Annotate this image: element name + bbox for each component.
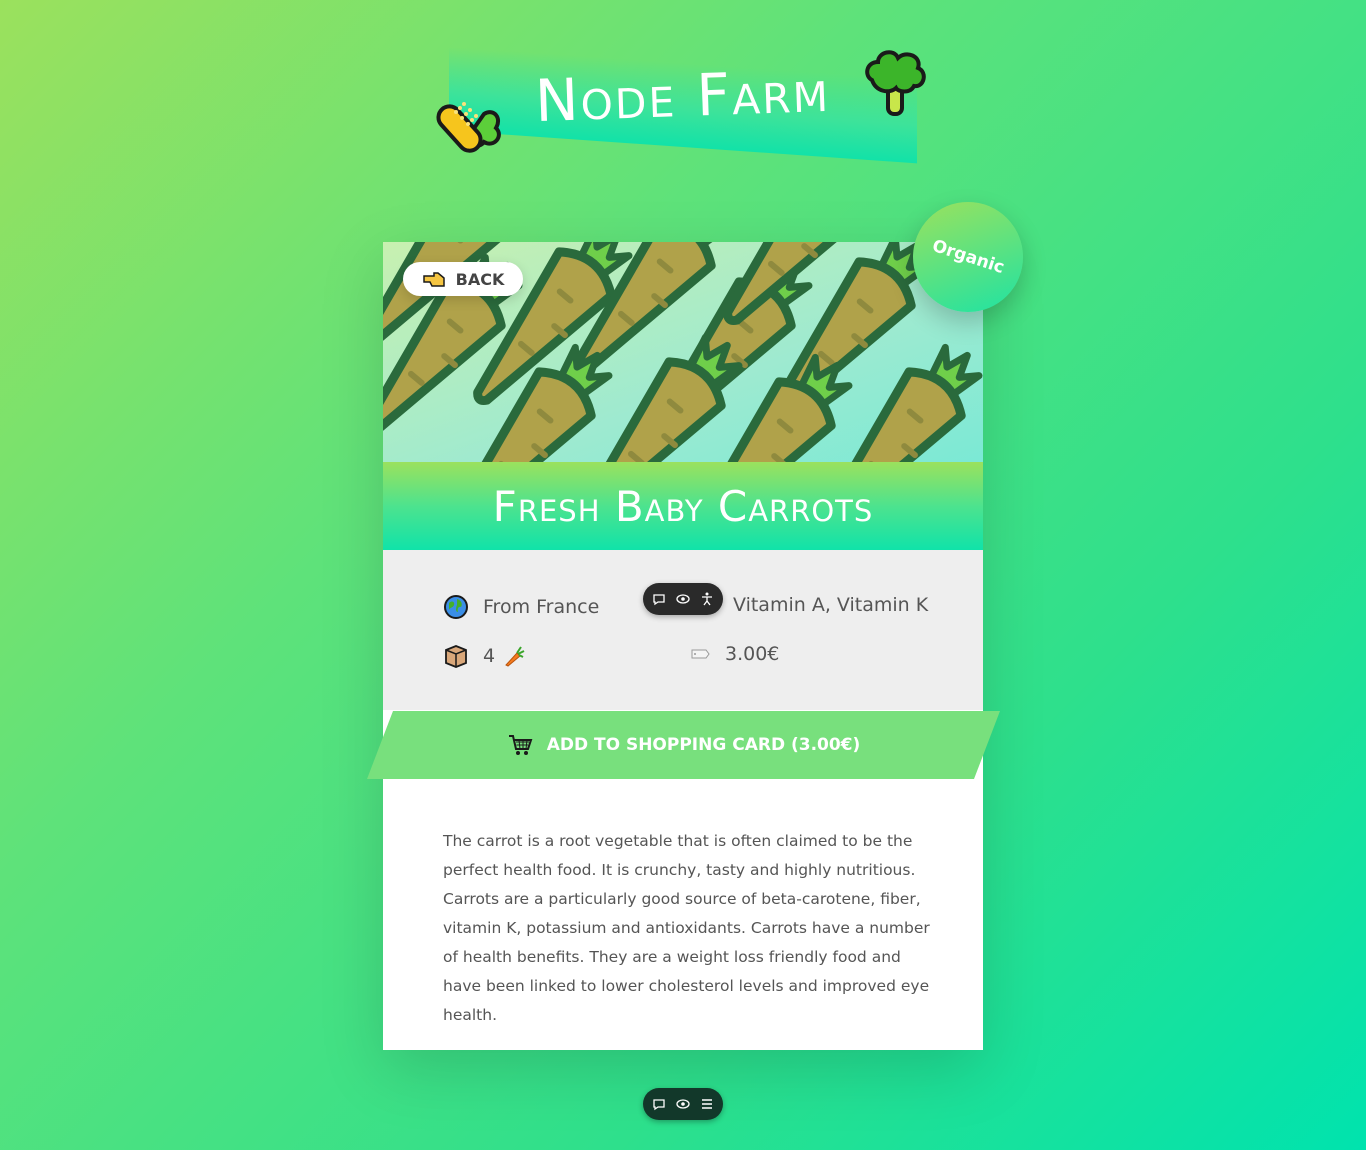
broccoli-icon xyxy=(865,50,926,116)
organic-badge: Organic xyxy=(913,202,1023,312)
price-tag-icon xyxy=(691,649,710,659)
site-header: Node Farm xyxy=(0,0,1366,200)
accessibility-icon[interactable] xyxy=(699,591,715,607)
floating-toolbar xyxy=(643,583,723,615)
nutrients-row: Vitamin A, Vitamin K xyxy=(733,594,928,616)
product-description: The carrot is a root vegetable that is o… xyxy=(443,832,930,1024)
organic-label: Organic xyxy=(929,235,1007,279)
pointing-hand-icon xyxy=(422,272,445,287)
bottom-toolbar xyxy=(643,1088,723,1120)
quantity-row: 4 xyxy=(443,643,525,669)
product-image: BACK xyxy=(383,242,983,462)
globe-icon xyxy=(444,595,468,619)
add-to-cart-label: ADD TO SHOPPING CARD (3.00€) xyxy=(546,735,861,755)
product-card: BACK Fresh Baby Carrots From France Vita… xyxy=(383,242,983,1050)
nutrients-text: Vitamin A, Vitamin K xyxy=(733,594,929,616)
brand-title[interactable]: Node Farm xyxy=(534,57,831,135)
eye-icon[interactable] xyxy=(675,1096,691,1112)
back-button[interactable]: BACK xyxy=(403,262,523,296)
add-to-cart-button[interactable]: ADD TO SHOPPING CARD (3.00€) xyxy=(367,711,1000,779)
product-info-panel: From France Vitamin A, Vitamin K 4 3.00€ xyxy=(383,550,983,710)
comment-icon[interactable] xyxy=(651,1096,667,1112)
origin-text: From France xyxy=(483,596,600,618)
quantity-text: 4 xyxy=(483,645,496,667)
comment-icon[interactable] xyxy=(651,591,667,607)
price-text: 3.00€ xyxy=(725,643,780,665)
menu-icon[interactable] xyxy=(699,1096,715,1112)
origin-row: From France xyxy=(443,594,599,620)
shopping-cart-icon xyxy=(508,735,533,755)
back-label: BACK xyxy=(455,269,505,289)
eye-icon[interactable] xyxy=(675,591,691,607)
corn-icon xyxy=(436,102,501,153)
box-icon xyxy=(445,645,467,668)
carrot-icon xyxy=(505,646,525,667)
price-row: 3.00€ xyxy=(689,643,779,665)
product-title-bar: Fresh Baby Carrots xyxy=(383,462,983,550)
product-name: Fresh Baby Carrots xyxy=(492,481,874,531)
